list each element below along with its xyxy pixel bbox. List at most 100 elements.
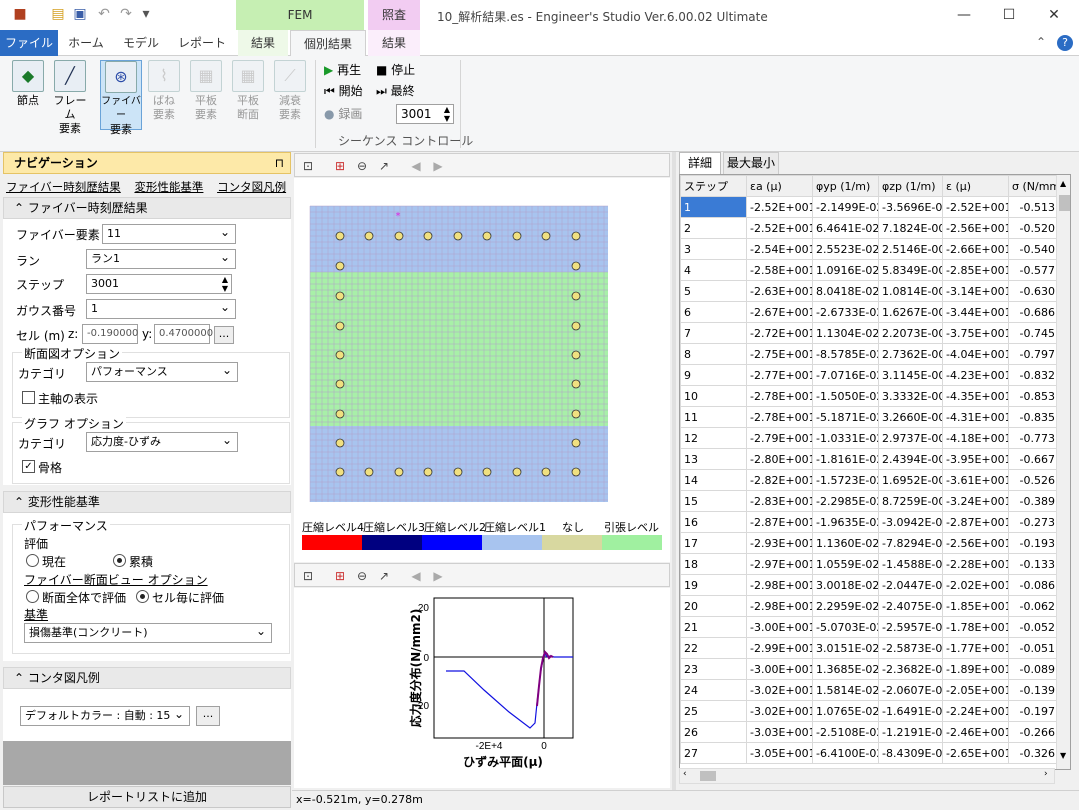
spring-element-button[interactable]: ⌇ ばね 要素	[144, 60, 184, 130]
table-row[interactable]: 14-2.82E+001-1.5723E-021.6952E-005-3.61E…	[680, 469, 1059, 491]
vertical-scrollbar[interactable]: ▲ ▼	[1056, 175, 1070, 769]
horizontal-scrollbar[interactable]: ‹ ›	[679, 768, 1055, 784]
table-cell[interactable]: -4.04E+001	[942, 343, 1009, 365]
section-header-contour-legend[interactable]: ⌃ コンタ図凡例	[3, 667, 291, 689]
table-cell[interactable]: -2.78E+001	[746, 406, 813, 428]
table-cell[interactable]: -2.98E+001	[746, 595, 813, 617]
table-cell[interactable]: 2.4394E-005	[878, 448, 943, 470]
table-cell[interactable]: -1.5723E-02	[812, 469, 879, 491]
table-cell[interactable]: -0.835	[1008, 406, 1059, 428]
table-cell[interactable]: -2.97E+001	[746, 553, 813, 575]
table-cell[interactable]: -7.0716E-02	[812, 364, 879, 386]
forward-icon[interactable]: ▶	[429, 157, 447, 175]
stop-button[interactable]: ■ 停止	[376, 60, 415, 80]
scroll-right-icon[interactable]: ›	[1044, 769, 1048, 779]
zoom-out-icon[interactable]: ⊖	[353, 567, 371, 585]
row-step-cell[interactable]: 16	[680, 511, 747, 533]
table-cell[interactable]: -3.03E+001	[746, 721, 813, 743]
record-button[interactable]: ● 録画	[324, 104, 362, 124]
table-cell[interactable]: -8.5785E-02	[812, 343, 879, 365]
table-cell[interactable]: -0.832	[1008, 364, 1059, 386]
table-cell[interactable]: -1.85E+001	[942, 595, 1009, 617]
row-step-cell[interactable]: 21	[680, 616, 747, 638]
table-cell[interactable]: -0.526	[1008, 469, 1059, 491]
table-cell[interactable]: -1.89E+001	[942, 658, 1009, 680]
pan-icon[interactable]: ↗	[375, 567, 393, 585]
table-cell[interactable]: 2.5523E-021	[812, 238, 879, 260]
table-cell[interactable]: 1.0765E-020	[812, 700, 879, 722]
table-cell[interactable]: -5.0703E-02	[812, 616, 879, 638]
table-cell[interactable]: -4.35E+001	[942, 385, 1009, 407]
redo-icon[interactable]: ↷	[118, 6, 134, 22]
row-step-cell[interactable]: 8	[680, 343, 747, 365]
column-header[interactable]: σ (N/mm2)	[1008, 175, 1059, 197]
table-cell[interactable]: -4.31E+001	[942, 406, 1009, 428]
sequence-step-spinner[interactable]: 3001 ▲ ▼	[396, 104, 454, 124]
table-cell[interactable]: -0.266	[1008, 721, 1059, 743]
table-cell[interactable]: -2.56E+001	[942, 532, 1009, 554]
row-step-cell[interactable]: 7	[680, 322, 747, 344]
table-cell[interactable]: 1.5814E-021	[812, 679, 879, 701]
pin-icon[interactable]: ⊓	[275, 153, 284, 173]
table-cell[interactable]: -0.630	[1008, 280, 1059, 302]
table-cell[interactable]: -2.56E+001	[942, 217, 1009, 239]
table-cell[interactable]: -7.8294E-00	[878, 532, 943, 554]
scroll-down-icon[interactable]: ▼	[1060, 751, 1066, 760]
table-cell[interactable]: -0.139	[1008, 679, 1059, 701]
cell-z-field[interactable]: -0.190000	[82, 324, 138, 344]
default-color-select[interactable]: デフォルトカラー : 自動 : 15	[20, 705, 190, 726]
table-cell[interactable]: -2.87E+001	[746, 511, 813, 533]
zoom-window-icon[interactable]: ⊞	[331, 157, 349, 175]
table-cell[interactable]: -0.197	[1008, 700, 1059, 722]
table-cell[interactable]: 1.0559E-020	[812, 553, 879, 575]
qat-dropdown-icon[interactable]: ▾	[138, 6, 154, 22]
graph-category-select[interactable]: 応力度-ひずみ	[86, 431, 238, 452]
whole-section-eval-radio[interactable]	[26, 590, 39, 603]
collapse-ribbon-icon[interactable]: ⌃	[1036, 35, 1046, 49]
table-row[interactable]: 25-3.02E+0011.0765E-020-1.6491E-00-2.24E…	[680, 700, 1059, 722]
row-step-cell[interactable]: 11	[680, 406, 747, 428]
undo-icon[interactable]: ↶	[96, 6, 112, 22]
table-cell[interactable]: -3.44E+001	[942, 301, 1009, 323]
table-cell[interactable]: 8.7259E-006	[878, 490, 943, 512]
table-cell[interactable]: -2.52E+001	[746, 196, 813, 218]
table-cell[interactable]: -2.80E+001	[746, 448, 813, 470]
table-cell[interactable]: -2.72E+001	[746, 322, 813, 344]
table-cell[interactable]: -0.133	[1008, 553, 1059, 575]
table-cell[interactable]: 7.1824E-007	[878, 217, 943, 239]
table-cell[interactable]: -1.5050E-02	[812, 385, 879, 407]
section-category-select[interactable]: パフォーマンス	[86, 361, 238, 382]
row-step-cell[interactable]: 4	[680, 259, 747, 281]
row-step-cell[interactable]: 13	[680, 448, 747, 470]
spinner-arrows-icon[interactable]: ▲ ▼	[444, 105, 450, 123]
table-row[interactable]: 19-2.98E+0013.0018E-020-2.0447E-00-2.02E…	[680, 574, 1059, 596]
skeleton-checkbox[interactable]: ✓	[22, 460, 35, 473]
table-cell[interactable]: -3.0942E-00	[878, 511, 943, 533]
table-cell[interactable]: -3.24E+001	[942, 490, 1009, 512]
table-cell[interactable]: -3.02E+001	[746, 700, 813, 722]
run-select[interactable]: ラン1	[86, 248, 236, 269]
table-row[interactable]: 13-2.80E+001-1.8161E-022.4394E-005-3.95E…	[680, 448, 1059, 470]
table-cell[interactable]: 2.5146E-006	[878, 238, 943, 260]
table-cell[interactable]: 3.0151E-020	[812, 637, 879, 659]
table-cell[interactable]: -4.23E+001	[942, 364, 1009, 386]
row-step-cell[interactable]: 9	[680, 364, 747, 386]
table-cell[interactable]: 3.2660E-005	[878, 406, 943, 428]
row-step-cell[interactable]: 26	[680, 721, 747, 743]
column-header[interactable]: ε (μ)	[942, 175, 1009, 197]
frame-element-button[interactable]: ╱ フレーム 要素	[50, 60, 90, 135]
table-cell[interactable]: -0.686	[1008, 301, 1059, 323]
tab-file[interactable]: ファイル	[0, 30, 58, 56]
tab-individual-results[interactable]: 個別結果	[290, 30, 366, 56]
tab-home[interactable]: ホーム	[58, 30, 114, 56]
table-cell[interactable]: 1.1304E-020	[812, 322, 879, 344]
table-row[interactable]: 6-2.67E+001-2.6733E-021.6267E-005-3.44E+…	[680, 301, 1059, 323]
eval-cumulative-radio[interactable]	[113, 554, 126, 567]
table-cell[interactable]: -0.389	[1008, 490, 1059, 512]
table-cell[interactable]: -2.66E+001	[942, 238, 1009, 260]
table-cell[interactable]: 8.0418E-023	[812, 280, 879, 302]
table-row[interactable]: 9-2.77E+001-7.0716E-023.1145E-005-4.23E+…	[680, 364, 1059, 386]
table-cell[interactable]: -3.75E+001	[942, 322, 1009, 344]
table-cell[interactable]: -1.77E+001	[942, 637, 1009, 659]
row-step-cell[interactable]: 12	[680, 427, 747, 449]
